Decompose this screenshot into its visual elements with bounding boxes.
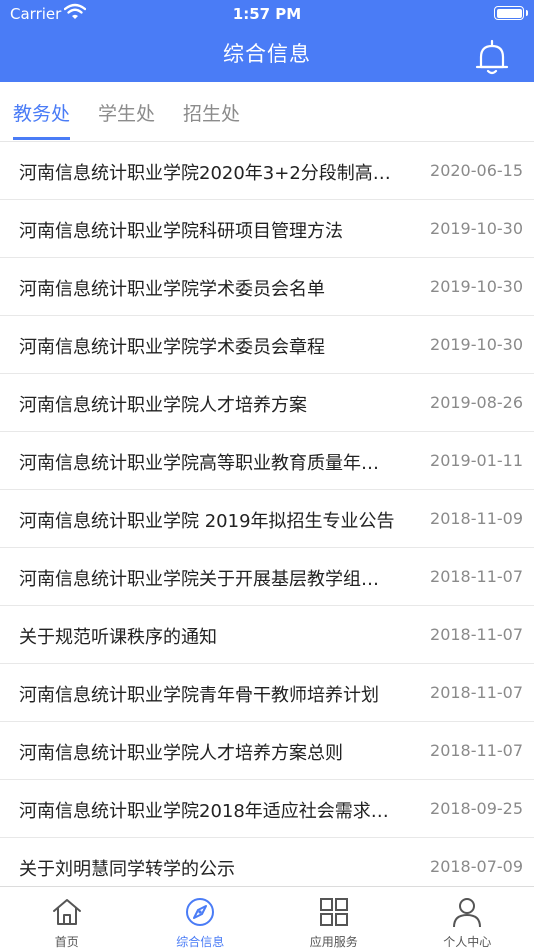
list-item[interactable]: 河南信息统计职业学院人才培养方案总则 2018-11-07 <box>0 722 534 780</box>
list-item-title: 河南信息统计职业学院人才培养方案 <box>19 395 307 416</box>
list-item-date: 2018-11-07 <box>430 741 523 760</box>
status-time: 1:57 PM <box>232 5 302 23</box>
battery-icon <box>494 6 528 20</box>
list-item-date: 2018-11-09 <box>430 509 523 528</box>
tabbar-services[interactable]: 应用服务 <box>267 887 401 950</box>
list-item[interactable]: 河南信息统计职业学院学术委员会章程 2019-10-30 <box>0 316 534 374</box>
home-icon <box>52 899 81 925</box>
tab-student-affairs[interactable]: 学生处 <box>98 99 155 139</box>
list-item-title: 河南信息统计职业学院科研项目管理方法 <box>19 221 343 242</box>
list-item-title: 河南信息统计职业学院关于开展基层教学组… <box>19 569 379 590</box>
list-item[interactable]: 河南信息统计职业学院青年骨干教师培养计划 2018-11-07 <box>0 664 534 722</box>
list-item-title: 河南信息统计职业学院学术委员会章程 <box>19 337 325 358</box>
list-item-date: 2018-11-07 <box>430 567 523 586</box>
app-header: Carrier 1:57 PM 综合信息 <box>0 0 534 82</box>
list-item-title: 河南信息统计职业学院2018年适应社会需求… <box>19 801 389 822</box>
list-item-title: 河南信息统计职业学院青年骨干教师培养计划 <box>19 685 379 706</box>
list-item-date: 2018-09-25 <box>430 799 523 818</box>
list-item[interactable]: 河南信息统计职业学院人才培养方案 2019-08-26 <box>0 374 534 432</box>
list-item[interactable]: 河南信息统计职业学院 2019年拟招生专业公告 2018-11-09 <box>0 490 534 548</box>
tab-admissions[interactable]: 招生处 <box>183 99 240 139</box>
person-icon <box>453 898 482 928</box>
tabbar-info-label: 综合信息 <box>176 935 225 949</box>
list-item-date: 2019-10-30 <box>430 335 523 354</box>
list-item-title: 河南信息统计职业学院高等职业教育质量年… <box>19 453 379 474</box>
bottom-tab-bar: 首页 综合信息 应用服务 个人中心 <box>0 886 534 950</box>
category-tabs: 教务处 学生处 招生处 <box>0 82 534 142</box>
list-item[interactable]: 河南信息统计职业学院关于开展基层教学组… 2018-11-07 <box>0 548 534 606</box>
status-bar: Carrier 1:57 PM <box>0 0 534 28</box>
bell-icon[interactable] <box>474 38 510 76</box>
list-item[interactable]: 关于规范听课秩序的通知 2018-11-07 <box>0 606 534 664</box>
tabbar-home-label: 首页 <box>54 935 79 949</box>
list-item[interactable]: 河南信息统计职业学院2020年3+2分段制高… 2020-06-15 <box>0 142 534 200</box>
list-item[interactable]: 河南信息统计职业学院学术委员会名单 2019-10-30 <box>0 258 534 316</box>
list-item-date: 2018-11-07 <box>430 683 523 702</box>
list-item[interactable]: 河南信息统计职业学院2018年适应社会需求… 2018-09-25 <box>0 780 534 838</box>
list-item-title: 关于规范听课秩序的通知 <box>19 627 217 648</box>
list-item-title: 关于刘明慧同学转学的公示 <box>19 859 235 880</box>
list-item[interactable]: 关于刘明慧同学转学的公示 2018-07-09 <box>0 838 534 886</box>
compass-icon <box>186 898 215 926</box>
notice-list: 河南信息统计职业学院2020年3+2分段制高… 2020-06-15 河南信息统计… <box>0 142 534 886</box>
tabbar-home[interactable]: 首页 <box>0 887 134 950</box>
list-item-title: 河南信息统计职业学院人才培养方案总则 <box>19 743 343 764</box>
list-item-date: 2018-11-07 <box>430 625 523 644</box>
list-item-title: 河南信息统计职业学院2020年3+2分段制高… <box>19 163 391 184</box>
tabbar-profile-label: 个人中心 <box>443 935 492 949</box>
tab-academic-affairs[interactable]: 教务处 <box>13 99 71 140</box>
list-item-date: 2019-10-30 <box>430 219 523 238</box>
grid-icon <box>319 898 348 926</box>
list-item-title: 河南信息统计职业学院学术委员会名单 <box>19 279 325 300</box>
tabbar-info[interactable]: 综合信息 <box>134 887 268 950</box>
tabbar-profile[interactable]: 个人中心 <box>401 887 534 950</box>
list-item-date: 2020-06-15 <box>430 161 523 180</box>
list-item-date: 2018-07-09 <box>430 857 523 876</box>
list-item-date: 2019-08-26 <box>430 393 523 412</box>
list-item-title: 河南信息统计职业学院 2019年拟招生专业公告 <box>19 511 395 532</box>
list-item[interactable]: 河南信息统计职业学院高等职业教育质量年… 2019-01-11 <box>0 432 534 490</box>
tabbar-services-label: 应用服务 <box>309 935 358 949</box>
list-item-date: 2019-01-11 <box>430 451 523 470</box>
page-title: 综合信息 <box>223 42 311 66</box>
list-item[interactable]: 河南信息统计职业学院科研项目管理方法 2019-10-30 <box>0 200 534 258</box>
list-item-date: 2019-10-30 <box>430 277 523 296</box>
